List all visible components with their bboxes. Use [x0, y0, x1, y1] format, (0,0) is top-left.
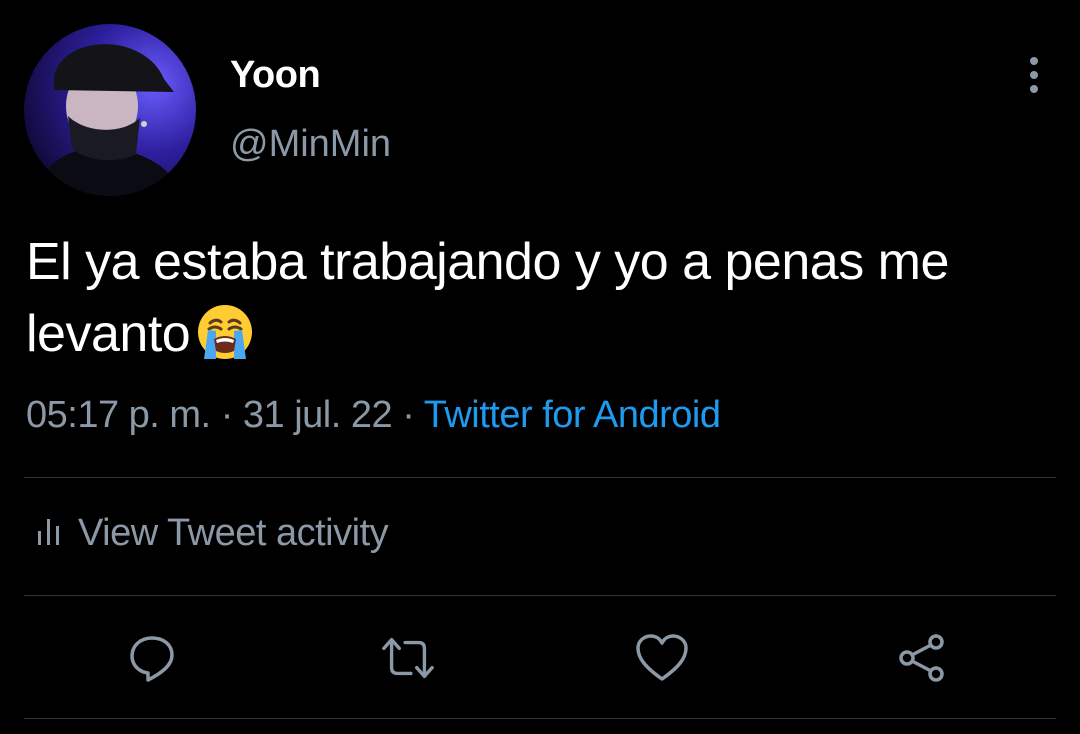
- retweet-button[interactable]: [380, 630, 436, 686]
- tweet-meta: 05:17 p. m. · 31 jul. 22 · Twitter for A…: [26, 394, 721, 437]
- tweet-text-body: El ya estaba trabajando y yo a penas me …: [26, 233, 949, 363]
- tweet-actions-bar: [0, 630, 1080, 686]
- author-handle[interactable]: @MinMin: [230, 123, 391, 166]
- view-tweet-activity-button[interactable]: View Tweet activity: [36, 512, 389, 555]
- meta-separator: ·: [402, 394, 415, 436]
- bar-chart-icon: [36, 517, 62, 550]
- divider: [24, 595, 1056, 596]
- heart-icon: [636, 634, 688, 681]
- tweet-source-link[interactable]: Twitter for Android: [424, 394, 721, 436]
- divider: [24, 718, 1056, 719]
- share-icon: [899, 634, 944, 682]
- loudly-crying-face-icon: [196, 303, 254, 380]
- meta-separator: ·: [220, 394, 234, 436]
- author-display-name[interactable]: Yoon: [230, 54, 321, 97]
- more-vertical-icon: [1030, 57, 1038, 65]
- like-button[interactable]: [634, 630, 690, 686]
- more-options-button[interactable]: [1014, 55, 1054, 95]
- avatar[interactable]: [24, 24, 196, 196]
- retweet-icon: [382, 637, 434, 679]
- view-tweet-activity-label: View Tweet activity: [78, 512, 389, 554]
- tweet-date: 31 jul. 22: [242, 394, 393, 436]
- share-button[interactable]: [894, 630, 950, 686]
- tweet-text: El ya estaba trabajando y yo a penas me …: [26, 226, 1066, 380]
- reply-icon: [130, 636, 174, 682]
- tweet-time: 05:17 p. m.: [26, 394, 211, 436]
- divider: [24, 477, 1056, 478]
- reply-button[interactable]: [124, 630, 180, 686]
